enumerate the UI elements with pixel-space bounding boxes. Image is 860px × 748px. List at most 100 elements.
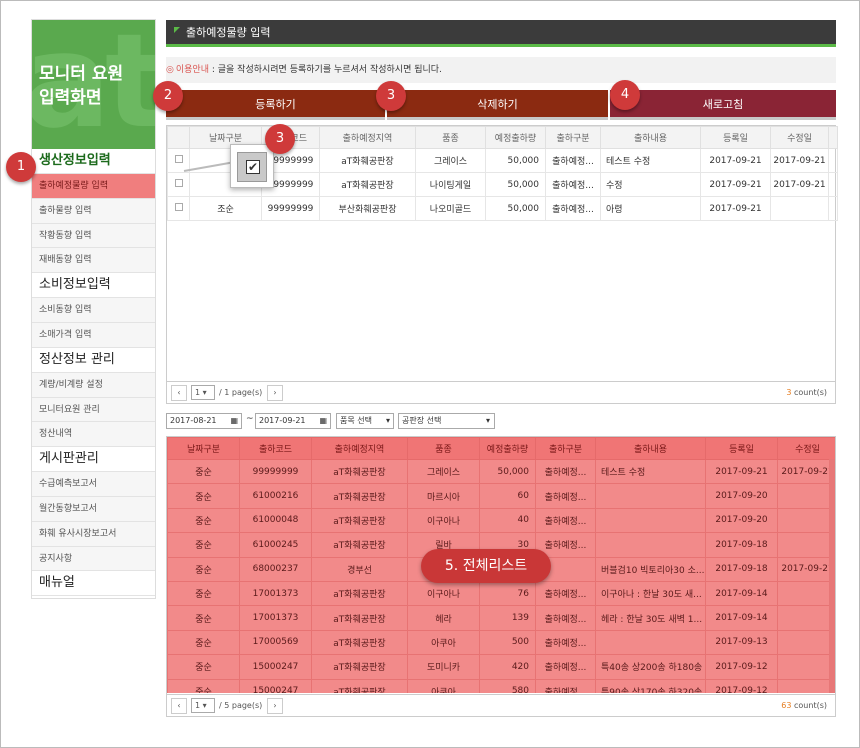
table-cell: 그레이스 <box>415 148 486 173</box>
column-header[interactable]: 예정출하량 <box>485 126 546 149</box>
column-header[interactable]: 예정출하량 <box>479 437 536 460</box>
table-row[interactable]: 중순 17000569 aT화훼공판장 아쿠아 500 출하예정... 2017-09-13 <box>167 629 835 656</box>
table-row[interactable]: 중순 17001373 aT화훼공판장 헤라 139 출하예정... 헤라 : 한날 30도… <box>167 605 835 631</box>
table-cell: aT화훼공판장 <box>319 172 416 197</box>
column-header[interactable]: 수정일 <box>770 126 829 149</box>
next-page-button[interactable]: › <box>267 385 283 401</box>
table-cell: 출하예정... <box>535 458 596 485</box>
table-cell: 수정 <box>600 172 701 197</box>
table-row[interactable]: 조순 99999999 부산화훼공판장 나오미골드 50,000 출하예정... 아령 201… <box>167 196 838 221</box>
page-select[interactable]: 1 ▾ <box>191 698 215 713</box>
table-cell: 출하예정... <box>535 483 596 509</box>
sidebar-item[interactable]: 화훼 유사시장보고서 <box>32 521 155 547</box>
column-header[interactable]: 품종 <box>407 437 480 460</box>
sidebar-section-heading[interactable]: 매뉴얼 <box>32 571 155 597</box>
register-button[interactable]: 등록하기 <box>166 90 385 120</box>
sidebar-item[interactable]: 재배동향 입력 <box>32 248 155 274</box>
logo-title: 모니터 요원 입력화면 <box>39 64 124 108</box>
table-row[interactable]: 중순 17001373 aT화훼공판장 이구아나 76 출하예정... 이구아나 : 한날 … <box>167 580 835 607</box>
table-cell: 50,000 <box>485 172 546 197</box>
table-cell: 도미니카 <box>407 654 480 680</box>
sidebar-item[interactable]: 모니터요원 관리 <box>32 397 155 423</box>
sidebar-item[interactable]: 출하예정물량 입력 <box>32 174 155 199</box>
table-cell <box>595 483 706 509</box>
column-header[interactable]: 수정일 <box>777 437 835 460</box>
row-checkbox[interactable] <box>174 179 183 187</box>
table-cell: 99999999 <box>239 458 312 485</box>
sidebar-item[interactable]: 월간동향보고서 <box>32 496 155 522</box>
table-cell: 17000569 <box>239 629 312 656</box>
delete-button[interactable]: 삭제하기 <box>387 90 608 120</box>
market-select[interactable]: 공판장 선택 ▾ <box>398 413 495 429</box>
column-header[interactable]: 출하코드 <box>239 437 312 460</box>
row-checkbox-cell[interactable] <box>167 196 190 221</box>
column-header[interactable]: 출하예정지역 <box>311 437 408 460</box>
table-cell: 출하예정... <box>545 196 601 221</box>
column-header[interactable]: 출하내용 <box>595 437 706 460</box>
row-checkbox[interactable] <box>174 155 183 163</box>
table-cell <box>595 507 706 534</box>
column-header[interactable]: 출하구분 <box>535 437 596 460</box>
next-page-button[interactable]: › <box>267 698 283 714</box>
table-cell: 2017-09-21 <box>705 458 778 485</box>
table-cell: aT화훼공판장 <box>311 629 408 656</box>
sidebar-item[interactable]: 작황동향 입력 <box>32 223 155 249</box>
table-row[interactable]: 중순 61000048 aT화훼공판장 이구아나 40 출하예정... 2017-09-20 <box>167 507 835 534</box>
column-header[interactable]: 출하내용 <box>600 126 701 149</box>
sidebar-item[interactable]: 출하물량 입력 <box>32 198 155 224</box>
table-row[interactable]: 중순 61000216 aT화훼공판장 마르시아 60 출하예정... 2017-09-20 <box>167 483 835 509</box>
column-header[interactable]: 등록일 <box>700 126 771 149</box>
sidebar-item[interactable]: 공지사항 <box>32 546 155 572</box>
sidebar-item[interactable]: 소매가격 입력 <box>32 322 155 348</box>
table-cell: aT화훼공판장 <box>311 654 408 680</box>
row-checkbox[interactable] <box>174 203 183 211</box>
table-cell: 중순 <box>167 678 240 693</box>
sidebar-section-heading[interactable]: 생산정보입력 <box>32 149 155 174</box>
sidebar-item[interactable]: 수급예측보고서 <box>32 472 155 497</box>
table-row[interactable]: 중순 15000247 aT화훼공판장 도미니카 420 출하예정... 특40송 상200… <box>167 654 835 680</box>
filter-bar: 2017-08-21 ▦ ~ 2017-09-21 ▦ 품목 선택 ▾ 공판장 선택 ▾ <box>166 413 566 429</box>
sidebar-item[interactable]: 계량/비계량 설정 <box>32 372 155 398</box>
sidebar-section-heading[interactable]: 게시판관리 <box>32 447 155 473</box>
table-cell: 중순 <box>167 654 240 680</box>
page-select[interactable]: 1 ▾ <box>191 385 215 400</box>
row-spacer <box>828 148 838 173</box>
table-row[interactable]: 중순 99999999 aT화훼공판장 그레이스 50,000 출하예정... 테스트 수정… <box>167 458 835 485</box>
table-cell: 2017-09-18 <box>705 532 778 558</box>
usage-notice: ◎ 이용안내 : 글을 작성하시려면 등록하기를 누르셔서 작성하시면 됩니다. <box>166 57 836 83</box>
table-cell: 중순 <box>167 483 240 509</box>
column-header[interactable]: 날짜구분 <box>167 437 240 460</box>
lower-table-header: 날짜구분 출하코드 출하예정지역 품종 예정출하량 출하구분 출하내용 등록일 수정일 <box>167 437 835 460</box>
notice-icon: ◎ <box>166 65 174 75</box>
date-from-input[interactable]: 2017-08-21 ▦ <box>166 413 242 429</box>
table-cell: 61000048 <box>239 507 312 534</box>
row-checkbox-cell[interactable] <box>167 172 190 197</box>
refresh-button[interactable]: 새로고침 <box>610 90 836 120</box>
prev-page-button[interactable]: ‹ <box>171 698 187 714</box>
table-cell: 나오미골드 <box>415 196 486 221</box>
column-header[interactable]: 출하구분 <box>545 126 601 149</box>
product-select[interactable]: 품목 선택 ▾ <box>336 413 394 429</box>
table-cell: 아쿠아 <box>407 678 480 693</box>
sidebar-item[interactable]: 소비동향 입력 <box>32 298 155 323</box>
sidebar-section-heading[interactable]: 소비정보입력 <box>32 273 155 299</box>
annotation-badge-2: 2 <box>153 81 183 111</box>
column-header[interactable]: 출하예정지역 <box>319 126 416 149</box>
prev-page-button[interactable]: ‹ <box>171 385 187 401</box>
table-cell: 2017-09-12 <box>705 654 778 680</box>
calendar-icon[interactable]: ▦ <box>319 414 327 428</box>
table-row[interactable]: 중순 15000247 aT화훼공판장 아쿠아 580 출하예정... 특90송 상170송… <box>167 678 835 693</box>
table-cell: 2017-09-14 <box>705 580 778 607</box>
sidebar-item[interactable]: 정산내역 <box>32 422 155 448</box>
date-separator: ~ <box>246 414 254 424</box>
date-to-input[interactable]: 2017-09-21 ▦ <box>255 413 331 429</box>
page-total: / 5 page(s) <box>219 701 263 710</box>
column-header[interactable]: 등록일 <box>705 437 778 460</box>
column-header[interactable]: 품종 <box>415 126 486 149</box>
calendar-icon[interactable]: ▦ <box>230 414 238 428</box>
sidebar-section-heading[interactable]: 정산정보 관리 <box>32 347 155 373</box>
vertical-scrollbar[interactable] <box>829 459 835 693</box>
table-cell: 헤라 : 한날 30도 새벽 1... <box>595 605 706 631</box>
table-cell: 헤라 <box>407 605 480 631</box>
table-cell <box>777 678 835 693</box>
